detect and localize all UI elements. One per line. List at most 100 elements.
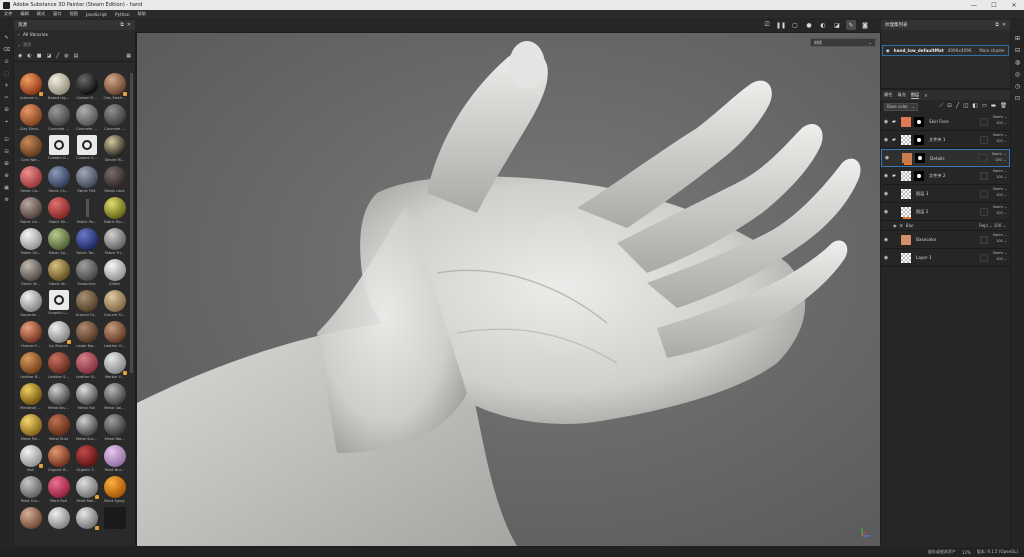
- asset-tile[interactable]: Nail: [17, 445, 44, 476]
- layer-blend-info[interactable]: Norm ⌄ 100 ⌄: [993, 133, 1007, 144]
- asset-tile[interactable]: Leather Sl...: [73, 352, 100, 383]
- asset-tile[interactable]: Cork Nat...: [17, 135, 44, 166]
- viewport-mode-dropdown[interactable]: 材质 ⌄: [810, 38, 876, 47]
- asset-tile[interactable]: Fabric Tar...: [73, 228, 100, 259]
- smudge-tool-icon[interactable]: ⚘: [0, 80, 13, 92]
- history-icon[interactable]: ◷: [1011, 80, 1024, 92]
- sphere-icon[interactable]: ●: [804, 20, 814, 30]
- asset-tile[interactable]: Paint Roll: [45, 476, 72, 507]
- 3d-viewport[interactable]: 材质 ⌄: [137, 33, 880, 546]
- texture-set-shader[interactable]: Main shader: [979, 48, 1005, 53]
- asset-tile[interactable]: Fabric Ca...: [17, 166, 44, 197]
- layer-row[interactable]: ◉ Basecolor Norm ⌄ 100 ⌄: [881, 231, 1010, 249]
- capture-icon[interactable]: ◙: [860, 20, 870, 30]
- asset-tile[interactable]: Paint Cra...: [17, 476, 44, 507]
- add-effect-icon[interactable]: ⟋: [939, 103, 943, 110]
- asset-tile[interactable]: Metal Foil: [73, 383, 100, 414]
- texture-set-list-icon[interactable]: ⊞: [1011, 32, 1024, 44]
- float-icon[interactable]: ⧉: [120, 22, 124, 28]
- filter-material-icon[interactable]: ◉: [18, 53, 22, 59]
- filter-environment-icon[interactable]: ▤: [74, 53, 79, 59]
- close-panel-icon[interactable]: ✕: [127, 22, 131, 28]
- asset-tile[interactable]: Autumn L...: [17, 73, 44, 104]
- asset-tile[interactable]: Ground Gr...: [73, 290, 100, 321]
- layer-blend-info[interactable]: Norm ⌄ 100 ⌄: [993, 169, 1007, 180]
- layer-row[interactable]: ◉ 图层 3 Norm ⌄ 100 ⌄: [881, 185, 1010, 203]
- tab-fill[interactable]: 填充: [897, 92, 905, 98]
- asset-tile[interactable]: Clay Earth...: [101, 73, 128, 104]
- filter-brush-icon[interactable]: ╱: [56, 53, 59, 59]
- tab-layers[interactable]: 图层: [910, 92, 920, 99]
- asset-tile[interactable]: Fabric Lace: [101, 166, 128, 197]
- asset-tile[interactable]: [17, 507, 44, 538]
- clone-tool-icon[interactable]: ✂: [0, 92, 13, 104]
- asset-tile[interactable]: Metal Pol...: [17, 414, 44, 445]
- asset-tile[interactable]: Custom S...: [73, 135, 100, 166]
- shader-settings-icon[interactable]: ◍: [1011, 56, 1024, 68]
- frame-icon[interactable]: ▣: [0, 182, 13, 194]
- layer-checkbox[interactable]: [980, 117, 988, 126]
- menu-file[interactable]: 文件: [4, 11, 12, 17]
- material-picker-icon[interactable]: ⊞: [0, 104, 13, 116]
- maximize-button[interactable]: ☐: [984, 0, 1004, 10]
- asset-tile[interactable]: Paint Roll...: [73, 476, 100, 507]
- layer-row[interactable]: ◉ ▰ 文件夹 1 Norm ⌄ 100 ⌄: [881, 131, 1010, 149]
- layer-blend-info[interactable]: Norm ⌄ 100 ⌄: [993, 187, 1007, 198]
- add-fill-layer-icon[interactable]: ◫: [963, 103, 968, 110]
- add-paint-layer-icon[interactable]: ╱: [956, 103, 959, 110]
- asset-tile[interactable]: Marble V...: [101, 352, 128, 383]
- paint-tool-icon[interactable]: ✎: [0, 32, 13, 44]
- asset-tile[interactable]: Metal Bru...: [45, 383, 72, 414]
- layer-mask-thumbnail[interactable]: [915, 153, 925, 163]
- projection-tool-icon[interactable]: ⊙: [0, 56, 13, 68]
- layer-checkbox[interactable]: [980, 135, 988, 144]
- close-button[interactable]: ✕: [1004, 0, 1024, 10]
- asset-tile[interactable]: Fabric Sp...: [45, 228, 72, 259]
- layer-checkbox[interactable]: [980, 171, 988, 180]
- add-mask-layer-icon[interactable]: ◧: [972, 103, 977, 110]
- layer-mask-thumbnail[interactable]: [914, 134, 924, 145]
- asset-tile[interactable]: Fabric Ch...: [45, 166, 72, 197]
- bake-icon[interactable]: ⊡: [0, 134, 13, 146]
- layer-checkbox[interactable]: [980, 253, 988, 262]
- asset-scrollbar[interactable]: [130, 73, 133, 373]
- asset-tile[interactable]: Fabric W...: [45, 259, 72, 290]
- channel-dropdown[interactable]: Base color ⌄: [884, 102, 918, 111]
- filter-particle-icon[interactable]: ◍: [64, 53, 68, 59]
- visibility-eye-icon[interactable]: ◉: [883, 209, 889, 215]
- layer-blend-info[interactable]: Norm ⌄ 100 ⌄: [993, 115, 1007, 126]
- asset-tile[interactable]: Metal Gal...: [101, 383, 128, 414]
- filter-smart-material-icon[interactable]: ◐: [27, 53, 31, 59]
- asset-tile[interactable]: [45, 507, 72, 538]
- mask-icon[interactable]: ⊠: [0, 158, 13, 170]
- asset-tile[interactable]: Fabric Po...: [73, 197, 100, 228]
- asset-tile[interactable]: Leather B...: [17, 352, 44, 383]
- layer-mask-thumbnail[interactable]: [914, 170, 924, 181]
- tab-properties[interactable]: 属性: [884, 92, 892, 98]
- asset-tile[interactable]: Carbon Fi...: [73, 73, 100, 104]
- layers-icon[interactable]: ⊟: [1011, 44, 1024, 56]
- layer-mask-thumbnail[interactable]: [914, 116, 924, 127]
- visibility-eye-icon[interactable]: ◉: [883, 237, 889, 243]
- menu-python[interactable]: Python: [115, 12, 130, 17]
- menu-edit[interactable]: 编辑: [20, 11, 28, 17]
- log-icon[interactable]: ⊡: [1011, 92, 1024, 104]
- layer-row[interactable]: ◉ Details Norm ⌄ 100 ⌄: [881, 149, 1010, 167]
- add-mask-icon[interactable]: ⊡: [947, 103, 952, 110]
- asset-tile[interactable]: Fabric W...: [17, 259, 44, 290]
- group-icon[interactable]: ▬: [991, 103, 996, 110]
- asset-tile[interactable]: Paint Spray: [101, 476, 128, 507]
- asset-tile[interactable]: Denim Ri...: [101, 135, 128, 166]
- asset-tile[interactable]: Concrete ...: [101, 104, 128, 135]
- asset-tile[interactable]: Organic T...: [73, 445, 100, 476]
- asset-tile[interactable]: Fabric Sil...: [17, 228, 44, 259]
- asset-search-input[interactable]: ⌕ 搜索: [14, 40, 135, 50]
- asset-tile[interactable]: Large Kar...: [73, 321, 100, 352]
- asset-tile[interactable]: Metal Sca...: [73, 414, 100, 445]
- asset-tile[interactable]: Ivy Branch: [45, 321, 72, 352]
- asset-tile[interactable]: Ground Sl...: [101, 290, 128, 321]
- effect-blend-info[interactable]: Repl ⌄ 100 ⌄: [979, 223, 1006, 228]
- texture-set-row[interactable]: ◉ hand_low_defaultMat 4096x4096 Main sha…: [882, 45, 1009, 56]
- layer-blend-info[interactable]: Norm ⌄ 100 ⌄: [993, 251, 1007, 262]
- asset-tile[interactable]: Leather S...: [45, 352, 72, 383]
